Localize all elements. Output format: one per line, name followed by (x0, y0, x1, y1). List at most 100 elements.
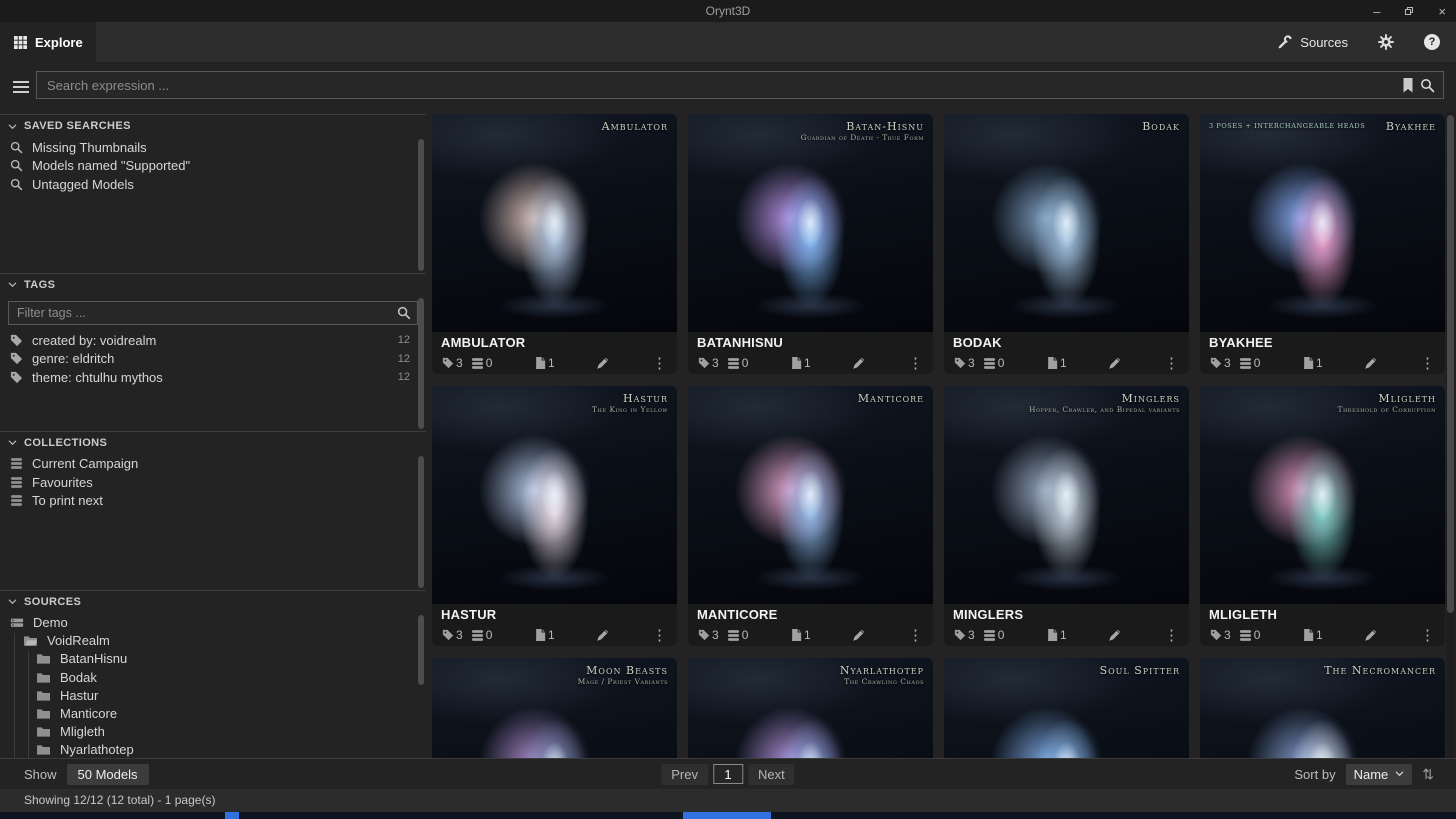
model-thumbnail[interactable]: Batan-Hisnu Guardian of Death - True For… (688, 114, 933, 332)
model-card[interactable]: Manticore MANTICORE 3 0 1 ⋮ (688, 386, 933, 646)
page-size-button[interactable]: 50 Models (67, 764, 149, 785)
folder-icon (36, 689, 51, 702)
model-thumbnail[interactable]: 3 Poses + Interchangeable Heads Byakhee (1200, 114, 1445, 332)
model-thumbnail[interactable]: Ambulator (432, 114, 677, 332)
tag-filter-box[interactable] (8, 301, 418, 325)
collection-item[interactable]: Favourites (0, 473, 426, 492)
maximize-button[interactable] (1404, 6, 1414, 16)
edit-pencil-button[interactable] (1108, 628, 1122, 642)
model-card[interactable]: 3 Poses + Interchangeable Heads Byakhee … (1200, 114, 1445, 374)
tag-filter-input[interactable] (9, 306, 397, 320)
scrollbar[interactable] (418, 298, 424, 429)
model-card[interactable]: Minglers Hopper, Crawler, and Bipedal va… (944, 386, 1189, 646)
folder-icon (36, 652, 51, 665)
model-thumbnail[interactable]: Minglers Hopper, Crawler, and Bipedal va… (944, 386, 1189, 604)
saved-search-item[interactable]: Missing Thumbnails (0, 138, 426, 157)
grid-scrollbar[interactable] (1446, 112, 1455, 759)
source-tree-item[interactable]: Manticore (0, 704, 426, 722)
more-options-button[interactable]: ⋮ (1420, 356, 1435, 371)
sort-select[interactable]: Name (1346, 764, 1413, 785)
model-thumbnail[interactable]: Nyarlathotep The Crawling Chaos (688, 658, 933, 759)
search-box[interactable] (36, 71, 1444, 99)
search-icon (397, 306, 417, 320)
source-tree-item[interactable]: VoidRealm (0, 632, 426, 650)
page-number-input[interactable] (713, 764, 743, 784)
prev-page-button[interactable]: Prev (661, 764, 708, 785)
sort-direction-button[interactable]: ⇅ (1422, 766, 1434, 783)
thumbnail-title: Mligleth (1337, 392, 1436, 405)
search-icon[interactable] (1420, 78, 1435, 93)
collection-item[interactable]: Current Campaign (0, 455, 426, 474)
folder-icon (36, 671, 51, 684)
model-card[interactable]: Nyarlathotep The Crawling Chaos ⋮ (688, 658, 933, 759)
edit-pencil-button[interactable] (1108, 356, 1122, 370)
tag-item[interactable]: theme: chtulhu mythos 12 (0, 368, 426, 387)
model-card[interactable]: Bodak BODAK 3 0 1 ⋮ (944, 114, 1189, 374)
settings-button[interactable] (1378, 34, 1394, 50)
hamburger-menu-icon[interactable] (13, 81, 29, 93)
model-card[interactable]: Moon Beasts Mage / Priest Variants ⋮ (432, 658, 677, 759)
edit-pencil-button[interactable] (852, 356, 866, 370)
sources-button[interactable]: Sources (1277, 35, 1348, 50)
model-card[interactable]: The Necromancer ⋮ (1200, 658, 1445, 759)
more-options-button[interactable]: ⋮ (1164, 628, 1179, 643)
more-options-button[interactable]: ⋮ (908, 628, 923, 643)
file-count-badge: 1 (1302, 356, 1323, 370)
bookmark-icon[interactable] (1402, 78, 1414, 93)
thumbnail-subtitle: The King in Yellow (592, 405, 668, 414)
model-name: BODAK (944, 332, 1189, 352)
scrollbar[interactable] (418, 615, 424, 685)
model-card[interactable]: Mligleth Threshold of Corruption MLIGLET… (1200, 386, 1445, 646)
saved-search-item[interactable]: Untagged Models (0, 175, 426, 194)
source-tree-item[interactable]: BatanHisnu (0, 650, 426, 668)
model-thumbnail[interactable]: Soul Spitter (944, 658, 1189, 759)
show-label: Show (24, 767, 57, 782)
more-options-button[interactable]: ⋮ (1164, 356, 1179, 371)
close-button[interactable]: × (1438, 4, 1446, 19)
saved-searches-header[interactable]: SAVED SEARCHES (0, 115, 426, 137)
help-button[interactable]: ? (1424, 34, 1440, 50)
tab-explore[interactable]: Explore (0, 22, 96, 62)
source-tree-item[interactable]: Bodak (0, 668, 426, 686)
model-card[interactable]: Ambulator AMBULATOR 3 0 1 ⋮ (432, 114, 677, 374)
sources-header[interactable]: SOURCES (0, 591, 426, 613)
model-thumbnail[interactable]: Moon Beasts Mage / Priest Variants (432, 658, 677, 759)
more-options-button[interactable]: ⋮ (1420, 628, 1435, 643)
tag-item[interactable]: genre: eldritch 12 (0, 349, 426, 368)
scrollbar[interactable] (418, 456, 424, 588)
edit-pencil-button[interactable] (596, 628, 610, 642)
edit-pencil-button[interactable] (596, 356, 610, 370)
scrollbar[interactable] (418, 139, 424, 271)
source-tree-item[interactable]: Demo (0, 614, 426, 632)
minimize-button[interactable]: – (1373, 4, 1380, 19)
model-card[interactable]: Hastur The King in Yellow HASTUR 3 0 1 ⋮ (432, 386, 677, 646)
more-options-button[interactable]: ⋮ (652, 628, 667, 643)
model-card[interactable]: Batan-Hisnu Guardian of Death - True For… (688, 114, 933, 374)
edit-pencil-button[interactable] (852, 628, 866, 642)
source-label: Demo (33, 615, 68, 630)
search-input[interactable] (37, 78, 1402, 93)
next-page-button[interactable]: Next (748, 764, 795, 785)
edit-pencil-button[interactable] (1364, 356, 1378, 370)
collections-header[interactable]: COLLECTIONS (0, 432, 426, 454)
model-thumbnail[interactable]: The Necromancer (1200, 658, 1445, 759)
model-thumbnail[interactable]: Mligleth Threshold of Corruption (1200, 386, 1445, 604)
saved-search-item[interactable]: Models named "Supported" (0, 157, 426, 176)
source-label: BatanHisnu (60, 651, 127, 666)
source-tree-item[interactable]: Hastur (0, 686, 426, 704)
source-tree-item[interactable]: Mligleth (0, 723, 426, 741)
model-thumbnail[interactable]: Manticore (688, 386, 933, 604)
more-options-button[interactable]: ⋮ (908, 356, 923, 371)
source-tree-item[interactable]: Nyarlathotep (0, 741, 426, 759)
tag-count-badge: 3 (1210, 628, 1231, 642)
grid-scrollbar-thumb[interactable] (1447, 115, 1454, 613)
model-card[interactable]: Soul Spitter ⋮ (944, 658, 1189, 759)
model-thumbnail[interactable]: Hastur The King in Yellow (432, 386, 677, 604)
edit-pencil-button[interactable] (1364, 628, 1378, 642)
tags-header[interactable]: TAGS (0, 274, 426, 296)
saved-search-label: Models named "Supported" (32, 158, 190, 173)
tag-item[interactable]: created by: voidrealm 12 (0, 331, 426, 350)
collection-item[interactable]: To print next (0, 492, 426, 511)
model-thumbnail[interactable]: Bodak (944, 114, 1189, 332)
more-options-button[interactable]: ⋮ (652, 356, 667, 371)
